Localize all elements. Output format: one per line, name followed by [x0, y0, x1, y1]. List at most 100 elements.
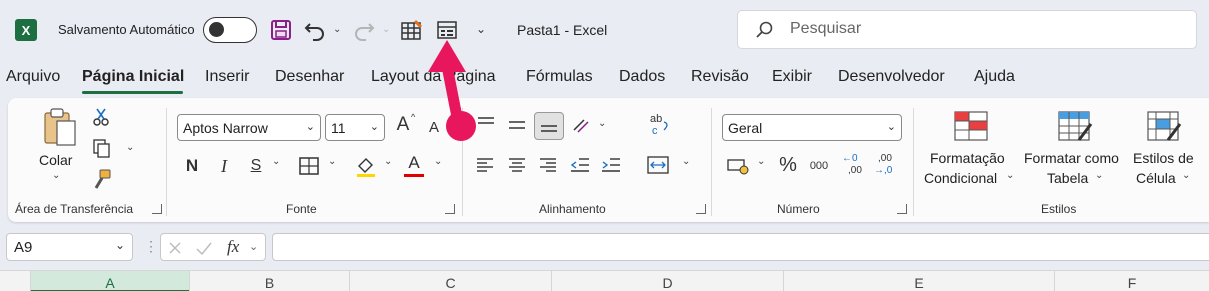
save-icon[interactable] [270, 19, 292, 41]
format-as-table-label-1[interactable]: Formatar como [1024, 148, 1119, 168]
redo-icon[interactable] [352, 19, 376, 41]
underline-chevron-down-icon[interactable]: ⌄ [272, 156, 280, 167]
tab-ajuda[interactable]: Ajuda [974, 68, 1015, 86]
cell-styles-chevron-down-icon[interactable]: ⌄ [1182, 170, 1190, 181]
redo-chevron-down-icon[interactable]: ⌄ [382, 24, 390, 35]
cut-icon[interactable] [92, 107, 110, 127]
tab-pagina-inicial[interactable]: Página Inicial [82, 68, 184, 86]
grow-font-caret-icon: ^ [411, 112, 416, 122]
excel-logo-icon: X [15, 19, 37, 41]
borders-chevron-down-icon[interactable]: ⌄ [328, 156, 336, 167]
decrease-indent-icon[interactable] [569, 157, 591, 173]
formula-input[interactable] [272, 233, 1209, 261]
align-middle-icon[interactable] [507, 118, 527, 134]
paste-label[interactable]: Colar [39, 150, 72, 170]
enter-icon[interactable] [195, 240, 213, 256]
tab-desenhar[interactable]: Desenhar [275, 68, 344, 86]
fx-chevron-down-icon[interactable]: ⌄ [249, 240, 258, 253]
clipboard-launcher-icon[interactable] [152, 204, 162, 214]
align-right-icon[interactable] [538, 157, 558, 173]
percent-button[interactable]: % [776, 153, 800, 177]
merge-chevron-down-icon[interactable]: ⌄ [682, 156, 690, 167]
cancel-icon[interactable] [167, 240, 183, 256]
chevron-down-icon[interactable]: ⌄ [115, 238, 125, 252]
formula-bar-grip-icon[interactable]: ⋮ [144, 238, 158, 255]
formula-controls: fx ⌄ [160, 233, 266, 261]
borders-icon[interactable] [298, 156, 320, 176]
cell-styles-label-1[interactable]: Estilos de [1133, 148, 1194, 168]
search-input[interactable]: Pesquisar [790, 20, 861, 38]
align-left-icon[interactable] [475, 157, 495, 173]
copy-chevron-down-icon[interactable]: ⌄ [126, 142, 134, 153]
number-launcher-icon[interactable] [897, 204, 907, 214]
tab-arquivo[interactable]: Arquivo [6, 68, 60, 86]
search-box[interactable]: Pesquisar [737, 10, 1197, 49]
currency-icon[interactable] [726, 156, 750, 176]
font-launcher-icon[interactable] [445, 204, 455, 214]
undo-chevron-down-icon[interactable]: ⌄ [333, 24, 341, 35]
column-headers: A B C D E F [0, 270, 1209, 291]
decrease-decimal-button[interactable]: ,00 →,0 [874, 153, 904, 179]
italic-button[interactable]: I [214, 154, 234, 178]
font-name-select[interactable]: Aptos Narrow ⌄ [177, 114, 321, 141]
increase-decimal-bottom: ,00 [848, 165, 862, 176]
customize-toolbar-icon[interactable]: ⌄ [476, 22, 486, 36]
cell-styles-icon[interactable] [1146, 110, 1184, 144]
font-color-icon[interactable]: A [403, 152, 425, 174]
alignment-launcher-icon[interactable] [696, 204, 706, 214]
font-color-chevron-down-icon[interactable]: ⌄ [434, 156, 442, 167]
tab-exibir[interactable]: Exibir [772, 68, 812, 86]
merge-center-icon[interactable] [646, 155, 670, 175]
column-header-e[interactable]: E [783, 271, 1054, 291]
increase-decimal-button[interactable]: ←0 ,00 [842, 153, 870, 179]
conditional-formatting-icon[interactable] [953, 110, 989, 142]
autosave-toggle[interactable] [203, 17, 257, 43]
tab-inserir[interactable]: Inserir [205, 68, 249, 86]
paste-icon[interactable] [42, 107, 78, 147]
insert-function-button[interactable]: fx [227, 237, 239, 257]
align-bottom-button[interactable] [534, 112, 564, 140]
conditional-formatting-label-2[interactable]: Condicional [924, 168, 997, 188]
font-color-bar [404, 174, 424, 177]
format-as-table-icon[interactable] [1057, 110, 1095, 144]
chevron-down-icon: ⌄ [305, 121, 315, 133]
bold-button[interactable]: N [182, 154, 202, 178]
autosave-label: Salvamento Automático [58, 22, 195, 37]
column-header-c[interactable]: C [349, 271, 551, 291]
column-header-b[interactable]: B [189, 271, 349, 291]
format-as-table-label-2[interactable]: Tabela [1047, 168, 1088, 188]
title-bar: X Salvamento Automático ⌄ ⌄ ⌄ Pasta1 - E… [0, 0, 1209, 60]
align-center-icon[interactable] [507, 157, 527, 173]
orientation-chevron-down-icon[interactable]: ⌄ [598, 118, 606, 129]
paste-chevron-down-icon[interactable]: ⌄ [52, 170, 60, 181]
select-all-corner[interactable] [0, 271, 30, 291]
copy-icon[interactable] [92, 138, 112, 158]
cell-styles-label-2[interactable]: Célula [1136, 168, 1176, 188]
decrease-decimal-bottom: →,0 [874, 165, 893, 176]
number-format-select[interactable]: Geral ⌄ [722, 114, 902, 141]
name-box[interactable]: A9 ⌄ [6, 233, 133, 261]
currency-chevron-down-icon[interactable]: ⌄ [757, 156, 765, 167]
fill-color-icon[interactable] [354, 154, 378, 178]
orientation-icon[interactable] [570, 114, 596, 136]
conditional-formatting-label-1[interactable]: Formatação [930, 148, 1005, 168]
svg-text:c: c [652, 125, 658, 137]
table-chevron-down-icon[interactable]: ⌄ [1095, 170, 1103, 181]
undo-icon[interactable] [303, 19, 327, 41]
fill-color-chevron-down-icon[interactable]: ⌄ [384, 156, 392, 167]
thousands-button[interactable]: 000 [806, 156, 832, 176]
tab-revisao[interactable]: Revisão [691, 68, 749, 86]
ribbon-panel: Colar ⌄ ⌄ Área de Transferência Aptos Na… [8, 98, 1209, 222]
tab-formulas[interactable]: Fórmulas [526, 68, 593, 86]
conditional-chevron-down-icon[interactable]: ⌄ [1006, 170, 1014, 181]
font-size-select[interactable]: 11 ⌄ [325, 114, 385, 141]
wrap-text-icon[interactable]: ab c [648, 112, 672, 138]
increase-indent-icon[interactable] [600, 157, 622, 173]
column-header-f[interactable]: F [1054, 271, 1209, 291]
underline-button[interactable]: S [246, 154, 266, 178]
column-header-a[interactable]: A [30, 271, 189, 291]
tab-dados[interactable]: Dados [619, 68, 665, 86]
tab-desenvolvedor[interactable]: Desenvolvedor [838, 68, 945, 86]
column-header-d[interactable]: D [551, 271, 783, 291]
format-painter-icon[interactable] [92, 168, 112, 190]
